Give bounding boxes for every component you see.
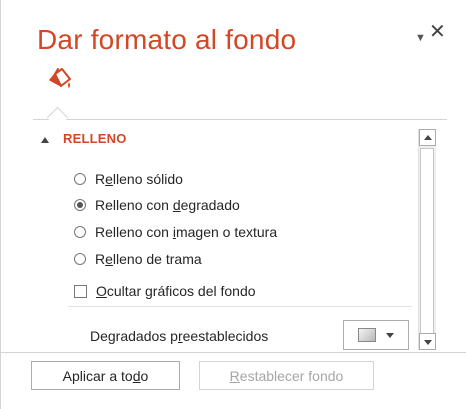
- preset-gradients-dropdown[interactable]: [343, 320, 409, 350]
- hide-graphics-label: Ocultar gráficos del fondo: [96, 283, 256, 299]
- pattern-fill-option[interactable]: Relleno de trama: [74, 251, 202, 267]
- reset-background-button[interactable]: Restablecer fondo: [199, 361, 374, 390]
- hide-graphics-option[interactable]: Ocultar gráficos del fondo: [74, 283, 256, 299]
- footer-divider: [0, 352, 466, 353]
- chevron-down-icon: [386, 332, 394, 338]
- solid-fill-option[interactable]: Relleno sólido: [74, 171, 183, 187]
- gradient-fill-option[interactable]: Relleno con degradado: [74, 197, 240, 213]
- picture-fill-radio[interactable]: [74, 226, 86, 238]
- hide-graphics-checkbox[interactable]: [74, 284, 87, 298]
- tab-divider: [33, 119, 447, 120]
- section-separator: [68, 306, 412, 307]
- pane-options-icon[interactable]: ▼: [415, 29, 426, 47]
- vertical-scrollbar[interactable]: [418, 129, 436, 350]
- preset-gradients-label: Degradados preestablecidos: [90, 328, 269, 344]
- gradient-fill-label: Relleno con degradado: [95, 197, 240, 213]
- picture-fill-label: Relleno con imagen o textura: [95, 224, 278, 240]
- scroll-down-icon[interactable]: [419, 333, 436, 350]
- scrollbar-thumb[interactable]: [420, 148, 434, 346]
- pattern-fill-label: Relleno de trama: [95, 251, 202, 267]
- picture-fill-option[interactable]: Relleno con imagen o textura: [74, 224, 277, 240]
- solid-fill-label: Relleno sólido: [95, 171, 183, 187]
- apply-to-all-button[interactable]: Aplicar a to d o: [31, 361, 180, 390]
- paint-bucket-icon: [49, 68, 71, 88]
- fill-section-label: RELLENO: [63, 131, 127, 146]
- solid-fill-radio[interactable]: [74, 173, 86, 185]
- active-tab-pointer: [46, 106, 69, 129]
- fill-section-header[interactable]: RELLENO: [41, 131, 127, 146]
- gradient-swatch-icon: [358, 328, 376, 342]
- collapse-arrow-icon: [41, 136, 49, 143]
- format-background-pane: Dar formato al fondo ▼ ✕ RELLENO Relleno…: [0, 0, 466, 409]
- gradient-fill-radio[interactable]: [74, 199, 86, 211]
- close-icon[interactable]: ✕: [429, 22, 446, 42]
- fill-tab[interactable]: [47, 66, 73, 92]
- scroll-up-icon[interactable]: [419, 129, 436, 146]
- pane-border: [0, 0, 1, 409]
- pattern-fill-radio[interactable]: [74, 253, 86, 265]
- pane-title: Dar formato al fondo: [37, 24, 297, 55]
